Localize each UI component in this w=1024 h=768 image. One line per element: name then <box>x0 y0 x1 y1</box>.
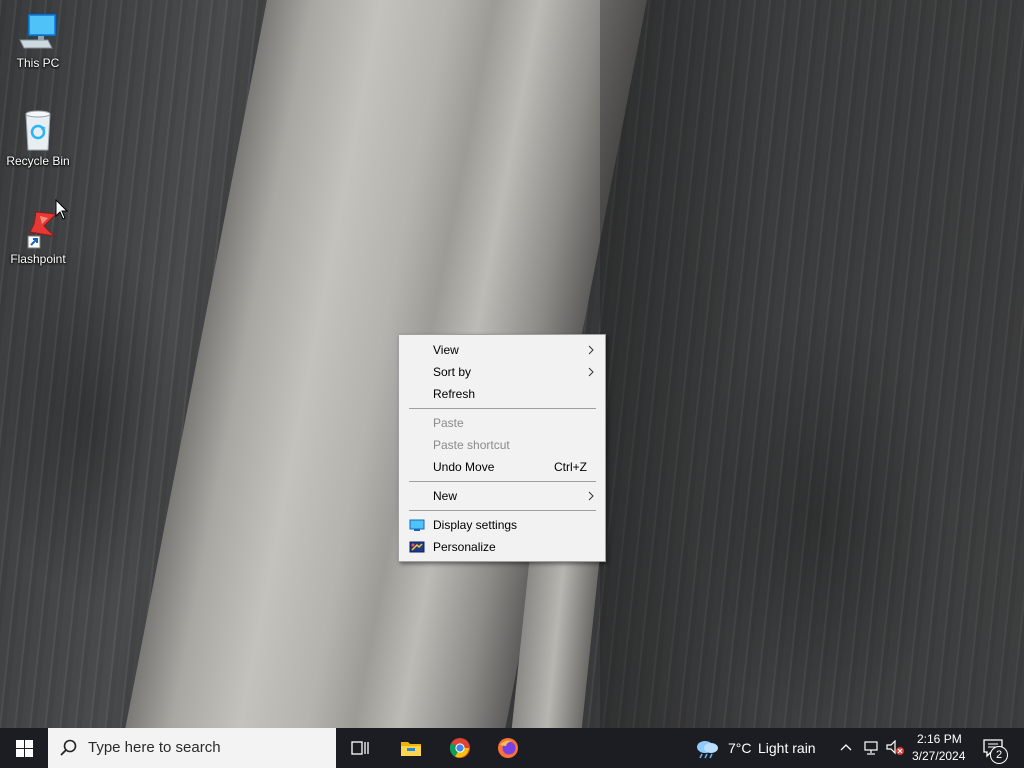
firefox-button[interactable] <box>488 728 528 768</box>
search-placeholder: Type here to search <box>88 739 221 756</box>
menu-item-display-settings[interactable]: Display settings <box>399 514 605 536</box>
menu-item-label: Paste <box>433 416 464 430</box>
chevron-up-icon <box>840 744 852 751</box>
flashpoint-icon <box>16 206 60 250</box>
menu-item-refresh[interactable]: Refresh <box>399 383 605 405</box>
menu-item-label: New <box>433 489 458 503</box>
task-view-button[interactable] <box>340 728 380 768</box>
chevron-right-icon <box>588 367 594 377</box>
notification-center-button[interactable]: 2 <box>976 728 1024 768</box>
chevron-right-icon <box>588 491 594 501</box>
notification-count-badge: 2 <box>990 746 1008 764</box>
menu-item-label: Personalize <box>433 540 496 554</box>
menu-item-label: Display settings <box>433 518 518 532</box>
windows-logo-icon <box>16 740 33 757</box>
menu-item-shortcut: Ctrl+Z <box>554 460 587 474</box>
volume-button[interactable] <box>884 728 906 768</box>
menu-item-new[interactable]: New <box>399 485 605 507</box>
start-button[interactable] <box>0 728 48 768</box>
weather-widget[interactable]: 7°C Light rain <box>694 728 822 768</box>
clock-date: 3/27/2024 <box>912 749 966 763</box>
network-button[interactable] <box>860 728 882 768</box>
menu-item-label: Sort by <box>433 365 472 379</box>
menu-item-view[interactable]: View <box>399 339 605 361</box>
taskbar-search-box[interactable]: Type here to search <box>48 728 336 768</box>
network-icon <box>864 741 878 755</box>
menu-separator <box>409 481 596 482</box>
menu-separator <box>409 408 596 409</box>
chevron-right-icon <box>588 345 594 355</box>
clock-button[interactable]: 2:16 PM 3/27/2024 <box>908 728 970 768</box>
menu-item-paste-shortcut[interactable]: Paste shortcut <box>399 434 605 456</box>
desktop-icon-this-pc[interactable]: This PC <box>0 10 76 70</box>
chrome-icon <box>449 738 470 758</box>
recycle-bin-icon <box>16 108 60 152</box>
desktop-icon-label: This PC <box>16 56 60 70</box>
desktop-icon-label: Recycle Bin <box>6 154 70 168</box>
desktop-context-menu: View Sort by Refresh Paste Paste shortcu… <box>398 334 606 562</box>
wallpaper-shade <box>600 0 1024 728</box>
show-hidden-icons-button[interactable] <box>836 728 856 768</box>
rain-cloud-icon <box>697 741 718 759</box>
task-view-icon <box>351 741 369 755</box>
menu-separator <box>409 510 596 511</box>
search-icon <box>60 739 77 756</box>
menu-item-personalize[interactable]: Personalize <box>399 536 605 558</box>
menu-item-paste[interactable]: Paste <box>399 412 605 434</box>
menu-item-label: Refresh <box>433 387 476 401</box>
menu-item-sort-by[interactable]: Sort by <box>399 361 605 383</box>
desktop-icon-recycle-bin[interactable]: Recycle Bin <box>0 108 76 168</box>
menu-item-undo-move[interactable]: Undo Move Ctrl+Z <box>399 456 605 478</box>
weather-condition: Light rain <box>758 740 816 756</box>
display-settings-icon <box>409 519 425 531</box>
weather-temperature: 7°C <box>728 740 752 756</box>
menu-item-label: View <box>433 343 459 357</box>
menu-item-label: Undo Move <box>433 460 495 474</box>
taskbar: Type here to search 7°C Light rain 2:16 … <box>0 728 1024 768</box>
mouse-cursor-icon <box>55 199 69 220</box>
volume-muted-icon <box>886 740 904 755</box>
menu-item-label: Paste shortcut <box>433 438 510 452</box>
computer-icon <box>16 10 60 54</box>
clock-time: 2:16 PM <box>917 732 962 746</box>
file-explorer-icon <box>401 742 421 756</box>
chrome-button[interactable] <box>440 728 480 768</box>
personalize-icon <box>409 541 425 553</box>
desktop-icon-label: Flashpoint <box>10 252 66 266</box>
file-explorer-button[interactable] <box>390 728 430 768</box>
firefox-icon <box>498 738 518 758</box>
